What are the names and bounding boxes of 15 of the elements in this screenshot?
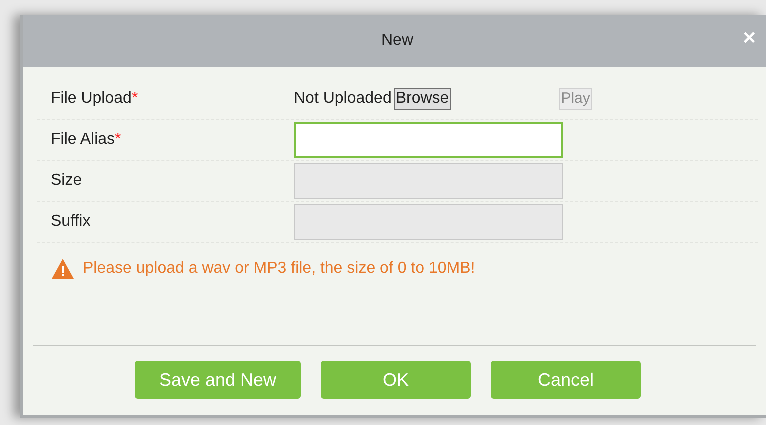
field-label: Suffix (50, 212, 92, 232)
field-label: File Upload* (50, 89, 140, 109)
warning-message: Please upload a wav or MP3 file, the size of 0 to 10MB! (83, 259, 476, 279)
upload-status: Not Uploaded (294, 89, 392, 109)
field-label: Size (50, 171, 84, 191)
field-label: File Alias* (50, 130, 122, 150)
close-button[interactable]: × (743, 27, 756, 49)
cancel-button[interactable]: Cancel (491, 361, 641, 399)
ok-button[interactable]: OK (321, 361, 471, 399)
browse-button[interactable]: Browse (394, 88, 452, 110)
input-field[interactable] (294, 122, 563, 158)
warning-icon (51, 258, 75, 280)
save-and-new-button[interactable]: Save and New (135, 361, 301, 399)
dialog-title: New (380, 31, 414, 51)
play-button[interactable]: Play (559, 88, 592, 110)
